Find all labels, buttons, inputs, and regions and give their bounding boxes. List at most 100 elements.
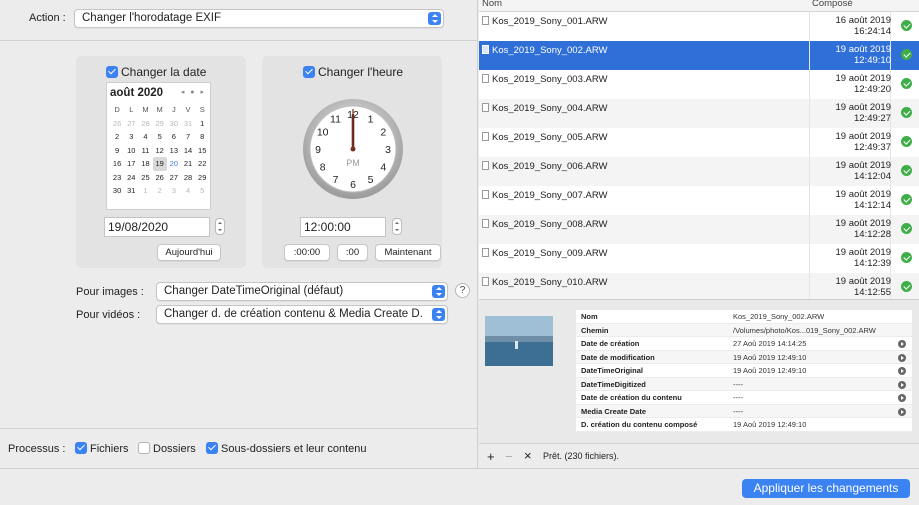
calendar-day[interactable]: 30 bbox=[110, 184, 124, 198]
calendar-day-selected[interactable]: 19 bbox=[152, 157, 167, 171]
calendar-day[interactable]: 26 bbox=[153, 171, 167, 185]
calendar-day[interactable]: 2 bbox=[110, 130, 124, 144]
column-header-status[interactable] bbox=[890, 0, 919, 12]
date-field[interactable]: 19/08/2020 bbox=[104, 217, 210, 237]
zero-seconds-button[interactable]: :00 bbox=[337, 244, 368, 261]
calendar-day[interactable]: 21 bbox=[181, 157, 195, 171]
calendar-day[interactable]: 29 bbox=[153, 117, 167, 131]
calendar-day[interactable]: 11 bbox=[138, 144, 152, 158]
table-row[interactable]: Kos_2019_Sony_007.ARW 19 août 2019 14:12:1… bbox=[479, 186, 919, 215]
calendar-day[interactable]: 7 bbox=[181, 130, 195, 144]
calendar-day[interactable]: 22 bbox=[195, 157, 209, 171]
calendar-day[interactable]: 5 bbox=[153, 130, 167, 144]
table-row[interactable]: Kos_2019_Sony_006.ARW 19 août 2019 14:12:0… bbox=[479, 157, 919, 186]
calendar-day[interactable]: 3 bbox=[124, 130, 138, 144]
calendar-day[interactable]: 4 bbox=[138, 130, 152, 144]
calendar-day[interactable]: 30 bbox=[167, 117, 181, 131]
table-row[interactable]: Kos_2019_Sony_009.ARW 19 août 2019 14:12:3… bbox=[479, 244, 919, 273]
calendar-day[interactable]: 18 bbox=[138, 157, 152, 171]
table-row[interactable]: Kos_2019_Sony_008.ARW 19 août 2019 14:12:2… bbox=[479, 215, 919, 244]
table-row[interactable]: Kos_2019_Sony_003.ARW 19 août 2019 12:49:2… bbox=[479, 70, 919, 99]
calendar-day[interactable]: 6 bbox=[167, 130, 181, 144]
go-arrow-icon[interactable] bbox=[898, 380, 906, 389]
calendar-day[interactable]: 26 bbox=[110, 117, 124, 131]
time-stepper[interactable] bbox=[392, 218, 402, 235]
today-button[interactable]: Aujourd'hui bbox=[157, 244, 221, 261]
time-field[interactable]: 12:00:00 bbox=[300, 217, 386, 237]
calendar-day[interactable]: 1 bbox=[195, 117, 209, 131]
folders-checkbox[interactable]: Dossiers bbox=[138, 442, 196, 455]
go-arrow-icon[interactable] bbox=[898, 407, 906, 416]
action-select[interactable]: Changer l'horodatage EXIF bbox=[74, 9, 444, 28]
remove-icon[interactable]: − bbox=[505, 449, 513, 464]
table-row[interactable]: Kos_2019_Sony_005.ARW 19 août 2019 12:49:3… bbox=[479, 128, 919, 157]
calendar-day[interactable]: 23 bbox=[110, 171, 124, 185]
file-name-cell: Kos_2019_Sony_009.ARW bbox=[482, 248, 608, 259]
process-label: Processus : bbox=[8, 443, 66, 455]
table-row[interactable]: Kos_2019_Sony_001.ARW 16 août 2019 16:24:1… bbox=[479, 12, 919, 41]
calendar-day[interactable]: 3 bbox=[167, 184, 181, 198]
calendar-day[interactable]: 17 bbox=[124, 157, 138, 171]
calendar-day[interactable]: 5 bbox=[195, 184, 209, 198]
calendar-day[interactable]: 24 bbox=[124, 171, 138, 185]
calendar-day[interactable]: 27 bbox=[124, 117, 138, 131]
go-arrow-icon[interactable] bbox=[898, 394, 906, 402]
calendar-day[interactable]: 16 bbox=[110, 157, 124, 171]
now-button[interactable]: Maintenant bbox=[375, 244, 441, 261]
analog-clock[interactable]: 121234567891011 PM bbox=[302, 98, 404, 200]
calendar-day[interactable]: 15 bbox=[195, 144, 209, 158]
table-row[interactable]: Kos_2019_Sony_004.ARW 19 août 2019 12:49:2… bbox=[479, 99, 919, 128]
calendar-grid[interactable]: D L M M J V S 26 27 28 29 30 31 1 2 3 4 5 6 7 8 9 10 11 12 13 14 15… bbox=[110, 103, 209, 198]
calendar-day[interactable]: 10 bbox=[124, 144, 138, 158]
file-name-cell: Kos_2019_Sony_007.ARW bbox=[482, 190, 608, 201]
calendar-day[interactable]: 2 bbox=[153, 184, 167, 198]
calendar-day[interactable]: 27 bbox=[167, 171, 181, 185]
calendar-day[interactable]: 12 bbox=[153, 144, 167, 158]
zero-minutes-button[interactable]: :00:00 bbox=[284, 244, 330, 261]
calendar-day[interactable]: 25 bbox=[138, 171, 152, 185]
go-arrow-icon[interactable] bbox=[898, 340, 906, 348]
file-name: Kos_2019_Sony_007.ARW bbox=[492, 190, 608, 201]
clock-number: 10 bbox=[317, 126, 329, 138]
document-icon bbox=[482, 277, 489, 286]
calendar-day[interactable]: 20 bbox=[167, 157, 181, 171]
column-header-composed[interactable]: Composé bbox=[809, 0, 890, 12]
calendar-day[interactable]: 31 bbox=[124, 184, 138, 198]
calendar-day[interactable]: 28 bbox=[181, 171, 195, 185]
calendar-day[interactable]: 29 bbox=[195, 171, 209, 185]
calendar-day[interactable]: 8 bbox=[195, 130, 209, 144]
calendar[interactable]: août 2020 ◂ ● ▸ D L M M J V S 26 27 28 29 30 31 1 2 3 4 5… bbox=[106, 82, 211, 210]
list-toolbar: + − × Prêt. (230 fichiers). bbox=[479, 443, 919, 468]
composed-date-cell: 19 août 2019 12:49:20 bbox=[811, 73, 891, 95]
date-stepper[interactable] bbox=[215, 218, 225, 235]
calendar-day[interactable]: 9 bbox=[110, 144, 124, 158]
videos-select[interactable]: Changer d. de création contenu & Media C… bbox=[156, 305, 448, 324]
change-time-checkbox[interactable]: Changer l'heure bbox=[303, 65, 403, 79]
metadata-value: 27 Aoû 2019 14:14:25 bbox=[733, 339, 807, 348]
calendar-day[interactable]: 28 bbox=[138, 117, 152, 131]
calendar-day[interactable]: 1 bbox=[138, 184, 152, 198]
calendar-day[interactable]: 4 bbox=[181, 184, 195, 198]
apply-changes-button[interactable]: Appliquer les changements bbox=[742, 479, 910, 498]
document-icon bbox=[482, 74, 489, 83]
subfolders-checkbox[interactable]: Sous-dossiers et leur contenu bbox=[206, 442, 367, 455]
add-icon[interactable]: + bbox=[487, 449, 495, 464]
column-header-name[interactable]: Nom bbox=[479, 0, 809, 12]
composed-time: 14:12:28 bbox=[854, 229, 891, 240]
calendar-nav-icon[interactable]: ◂ ● ▸ bbox=[181, 88, 206, 96]
clear-icon[interactable]: × bbox=[524, 448, 532, 463]
calendar-day[interactable]: 14 bbox=[181, 144, 195, 158]
change-date-checkbox[interactable]: Changer la date bbox=[106, 65, 206, 79]
folders-label: Dossiers bbox=[153, 443, 196, 455]
file-name-cell: Kos_2019_Sony_002.ARW bbox=[482, 45, 608, 56]
files-checkbox[interactable]: Fichiers bbox=[75, 442, 129, 455]
images-select[interactable]: Changer DateTimeOriginal (défaut) bbox=[156, 282, 448, 301]
calendar-day[interactable]: 13 bbox=[167, 144, 181, 158]
go-arrow-icon[interactable] bbox=[898, 353, 906, 362]
clock-number: 9 bbox=[315, 144, 321, 156]
table-row[interactable]: Kos_2019_Sony_010.ARW 19 août 2019 14:12:5… bbox=[479, 273, 919, 302]
table-row[interactable]: Kos_2019_Sony_002.ARW 19 août 2019 12:49:1… bbox=[479, 41, 919, 70]
help-button[interactable]: ? bbox=[455, 283, 470, 298]
calendar-day[interactable]: 31 bbox=[181, 117, 195, 131]
go-arrow-icon[interactable] bbox=[898, 367, 906, 375]
